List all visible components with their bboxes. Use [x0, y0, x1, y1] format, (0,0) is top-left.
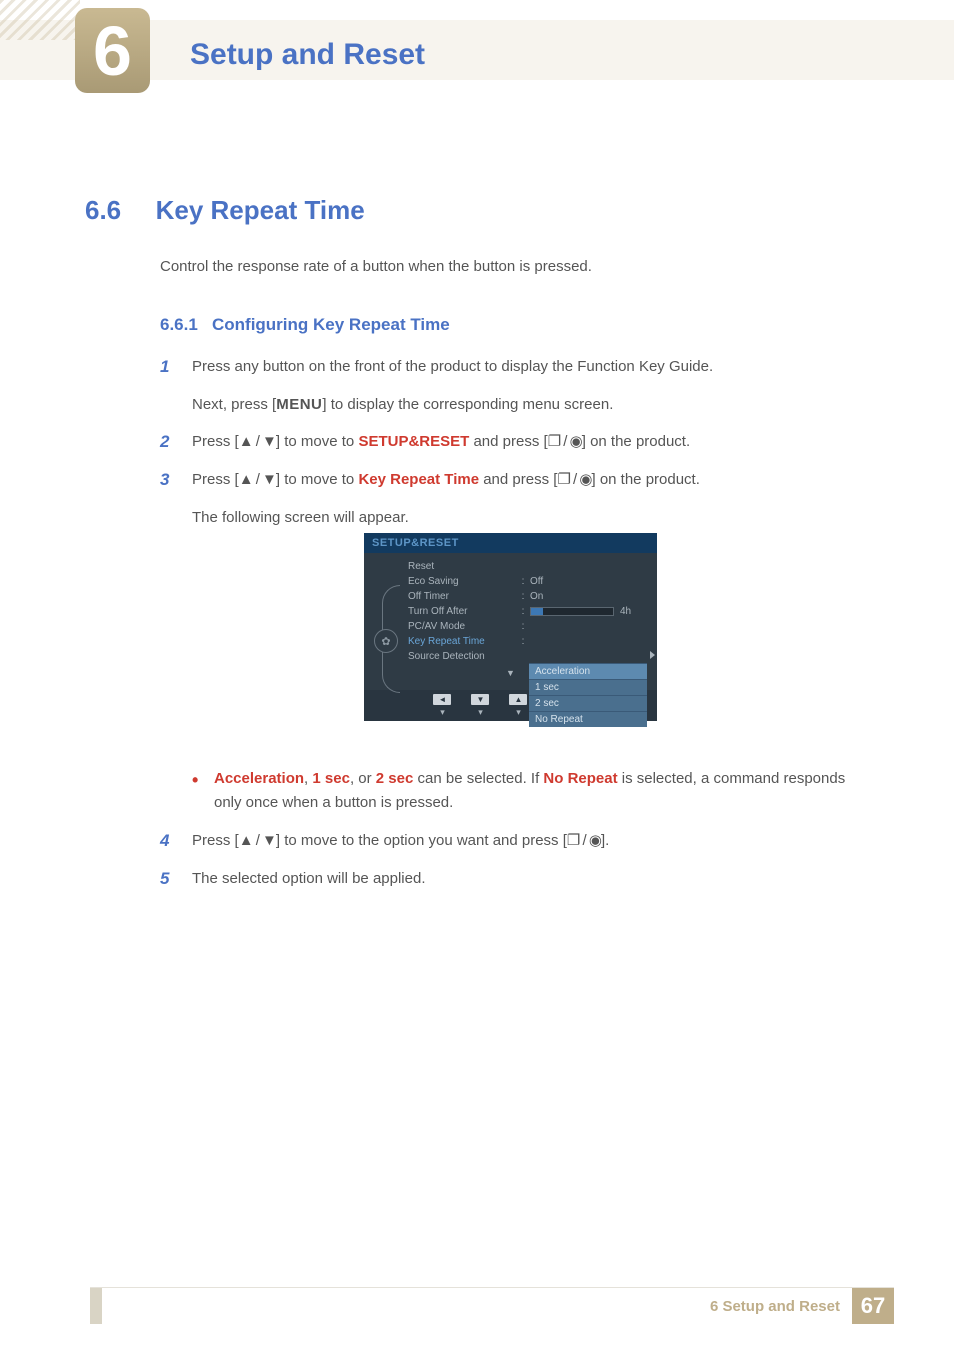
- step2-target: SETUP&RESET: [358, 433, 469, 450]
- osd-title: SETUP&RESET: [364, 533, 657, 553]
- nav-down-icon: ▼: [471, 694, 489, 705]
- osd-val-offtimer: On: [530, 591, 657, 602]
- osd-row-reset: Reset: [408, 561, 516, 572]
- enter-icon: ❐ / ◉: [548, 433, 582, 450]
- dropdown-item: 1 sec: [529, 679, 647, 695]
- osd-row-turnoff: Turn Off After: [408, 606, 516, 617]
- osd-screenshot: SETUP&RESET ✿ Reset Eco Saving:Off Off T…: [364, 533, 657, 721]
- osd-row-keyrepeat: Key Repeat Time: [408, 636, 516, 647]
- step3-target: Key Repeat Time: [358, 471, 479, 488]
- menu-label: MENU: [276, 396, 322, 413]
- section-intro: Control the response rate of a button wh…: [160, 258, 859, 275]
- nav-up-icon: ▲: [509, 694, 527, 705]
- section-number: 6.6: [85, 195, 121, 225]
- page-footer: 6 Setup and Reset 67: [0, 1288, 954, 1324]
- osd-row-source: Source Detection: [408, 651, 516, 662]
- chapter-title: Setup and Reset: [190, 38, 425, 72]
- osd-val-turnoff: 4h: [620, 606, 631, 617]
- dropdown-item: Acceleration: [529, 663, 647, 679]
- osd-val-eco: Off: [530, 576, 657, 587]
- chapter-number: 6: [93, 11, 132, 91]
- updown-icon: ▲ / ▼: [239, 433, 276, 450]
- step3-line1: Press [▲ / ▼] to move to Key Repeat Time…: [192, 468, 859, 492]
- right-arrow-icon: [650, 651, 655, 659]
- osd-row-offtimer: Off Timer: [408, 591, 516, 602]
- section-title: Key Repeat Time: [156, 195, 365, 225]
- dropdown-item: 2 sec: [529, 695, 647, 711]
- page-number: 67: [852, 1288, 894, 1324]
- dropdown-item: No Repeat: [529, 711, 647, 727]
- enter-icon: ❐ / ◉: [567, 832, 601, 849]
- step-number-2: 2: [160, 428, 192, 455]
- nav-left-icon: ◄: [433, 694, 451, 705]
- step-number-3: 3: [160, 466, 192, 493]
- updown-icon: ▲ / ▼: [239, 471, 276, 488]
- step-number-5: 5: [160, 865, 192, 892]
- step1-line1: Press any button on the front of the pro…: [192, 355, 859, 379]
- osd-row-pcav: PC/AV Mode: [408, 621, 516, 632]
- updown-icon: ▲ / ▼: [239, 832, 276, 849]
- footer-chapter-label: 6 Setup and Reset: [710, 1298, 840, 1315]
- subsection-title: Configuring Key Repeat Time: [212, 315, 450, 334]
- slider-track: [530, 607, 614, 616]
- enter-icon: ❐ / ◉: [557, 471, 591, 488]
- step4-body: Press [▲ / ▼] to move to the option you …: [192, 829, 859, 853]
- bullet-icon: •: [192, 771, 214, 815]
- step1-line2: Next, press [MENU] to display the corres…: [192, 393, 859, 417]
- subsection-heading: 6.6.1 Configuring Key Repeat Time: [160, 315, 450, 335]
- bullet-note: • Acceleration, 1 sec, or 2 sec can be s…: [192, 767, 859, 815]
- hatch-decoration: [0, 0, 80, 40]
- subsection-number: 6.6.1: [160, 315, 198, 334]
- osd-row-eco: Eco Saving: [408, 576, 516, 587]
- step5-body: The selected option will be applied.: [192, 867, 859, 891]
- step3-line2: The following screen will appear.: [192, 506, 859, 530]
- osd-dropdown: Acceleration 1 sec 2 sec No Repeat: [529, 663, 647, 727]
- chapter-badge: 6: [75, 8, 150, 93]
- step-number-4: 4: [160, 827, 192, 854]
- section-heading: 6.6 Key Repeat Time: [85, 195, 365, 226]
- gear-icon: ✿: [374, 629, 398, 653]
- step2-body: Press [▲ / ▼] to move to SETUP&RESET and…: [192, 430, 859, 454]
- step-number-1: 1: [160, 353, 192, 380]
